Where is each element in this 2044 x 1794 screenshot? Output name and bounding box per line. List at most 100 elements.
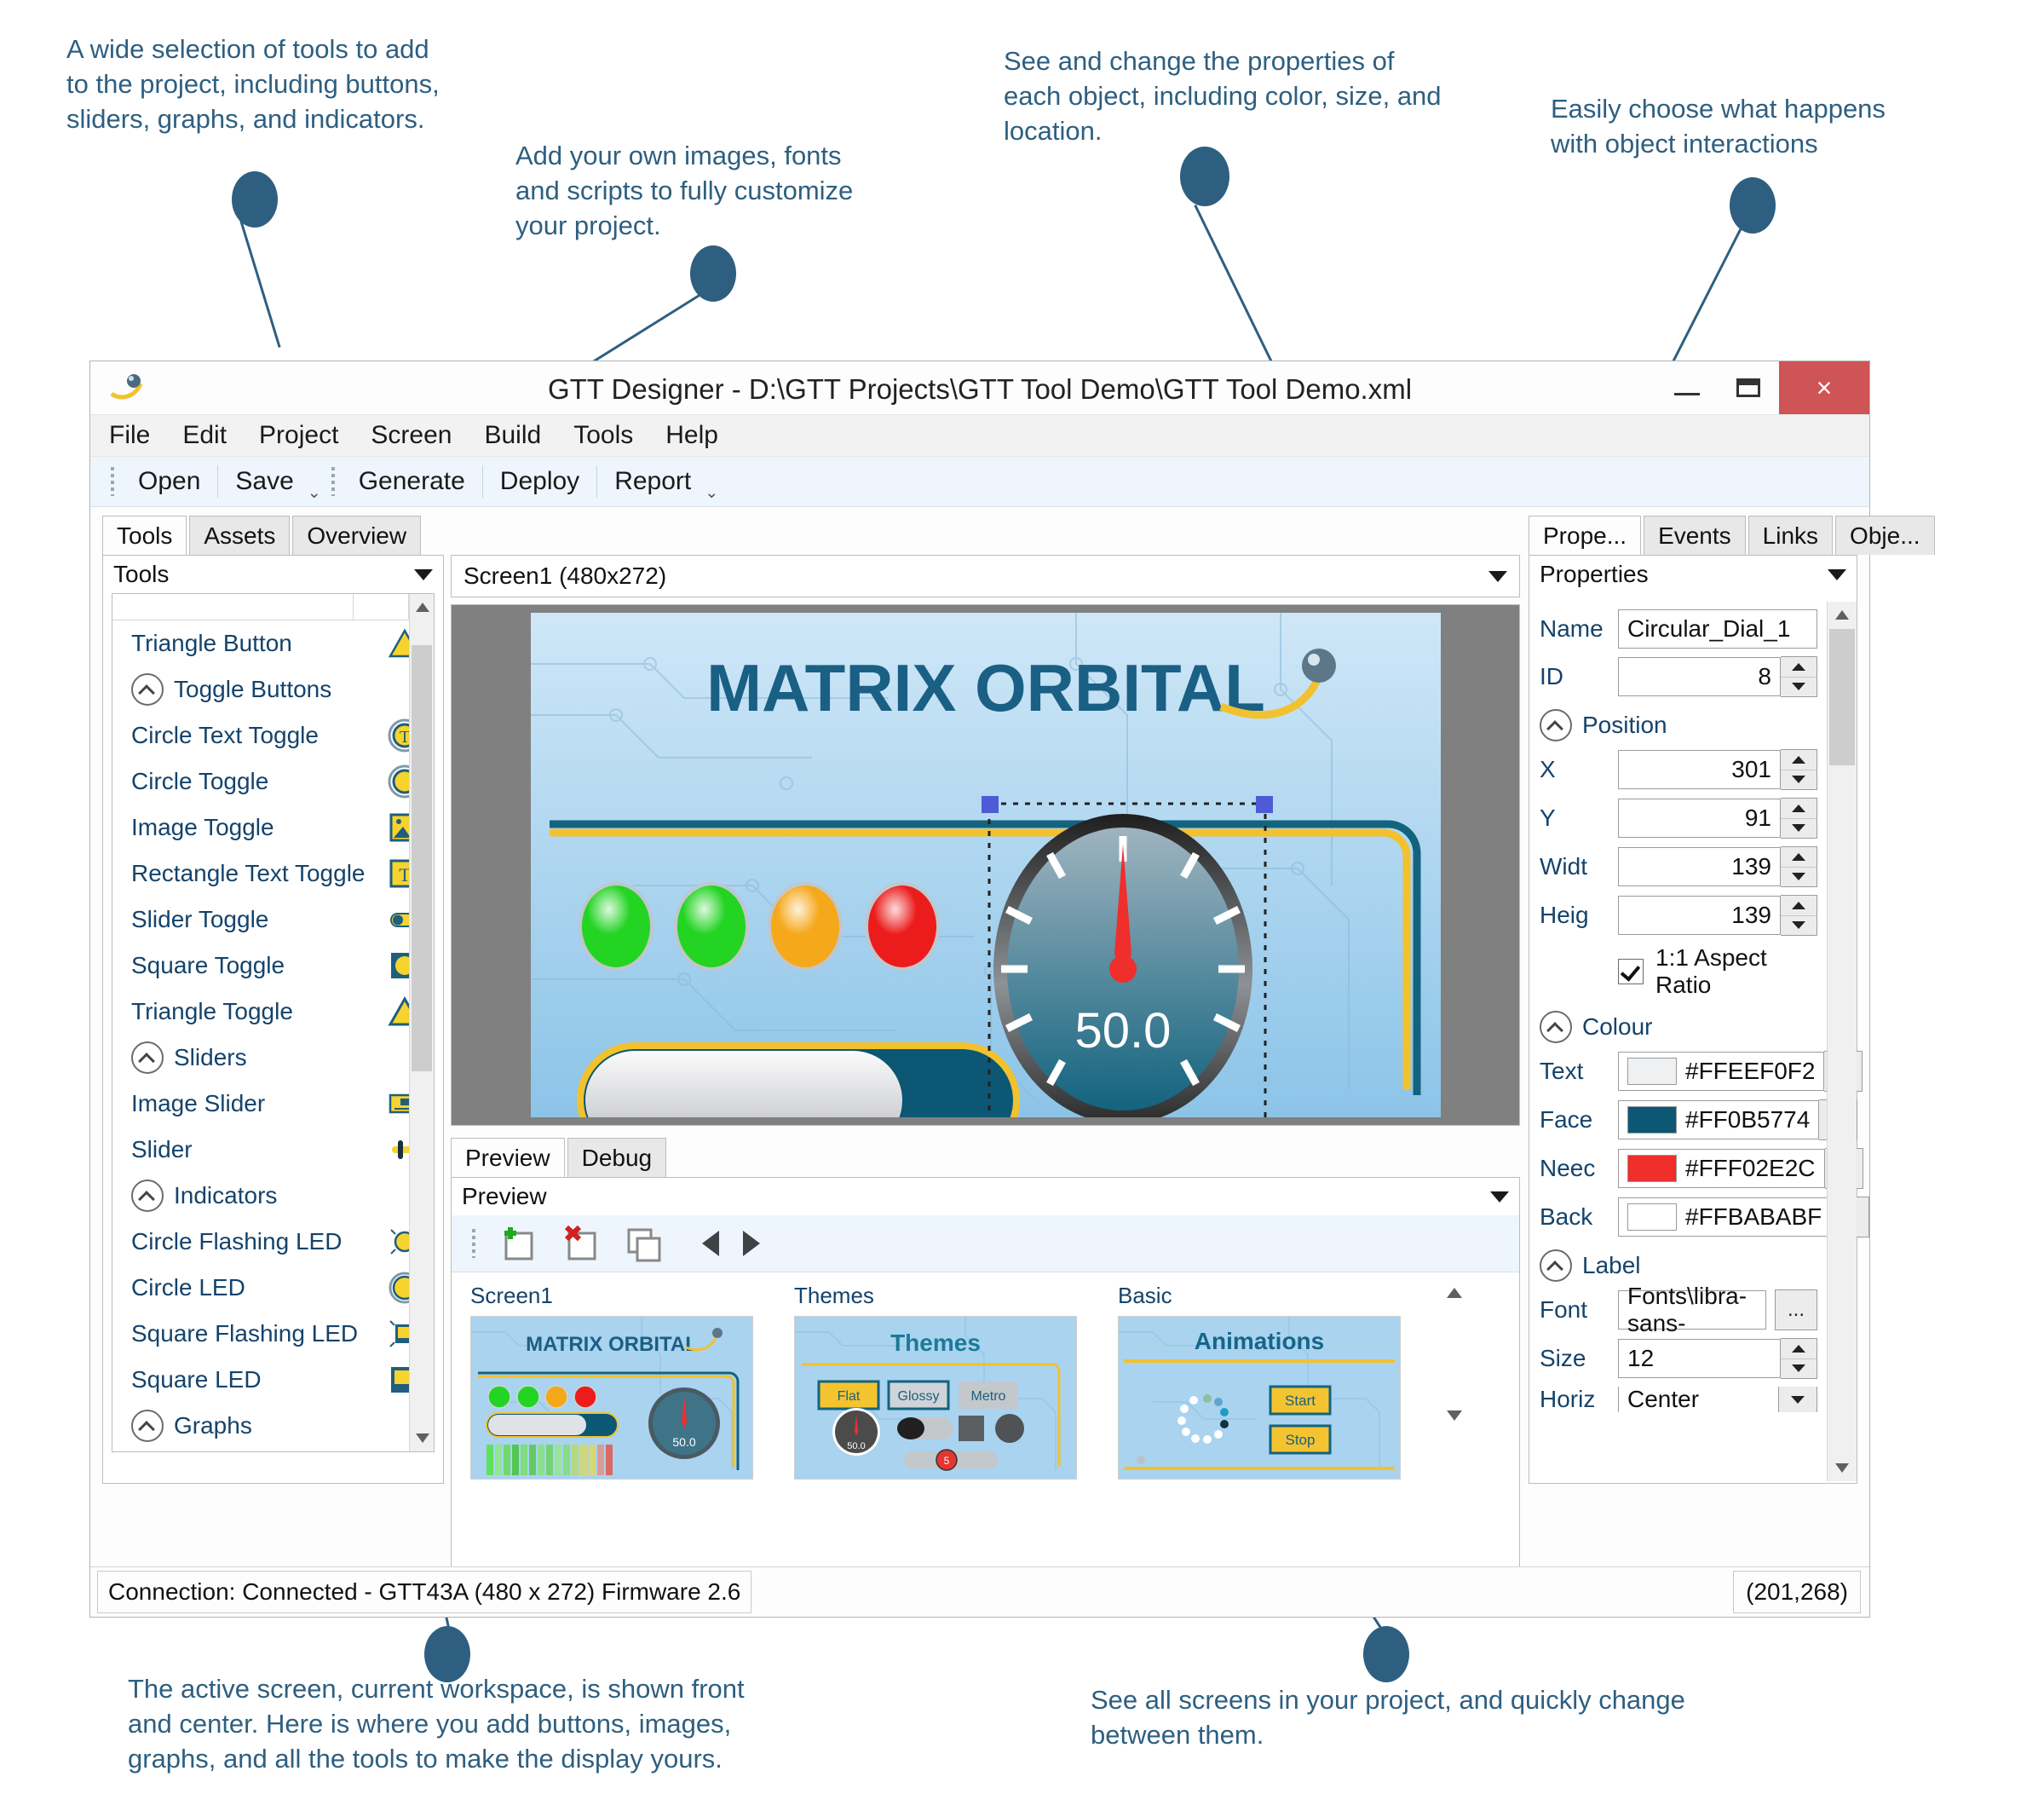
tools-item-row[interactable]: Image Toggle (112, 805, 434, 851)
thumbs-scroll-down-icon[interactable] (1447, 1410, 1462, 1421)
menu-item-project[interactable]: Project (259, 421, 338, 450)
collapse-icon[interactable] (131, 1410, 164, 1442)
screen-thumb-screen1[interactable]: Screen1 MATRIX ORBITAL 50.0 (470, 1283, 753, 1480)
size-field[interactable]: 12 (1618, 1339, 1781, 1378)
tools-item-row[interactable]: Slider (112, 1127, 434, 1173)
tab-properties[interactable]: Prope... (1529, 516, 1642, 556)
tab-preview[interactable]: Preview (451, 1138, 565, 1178)
tools-item-row[interactable]: Circle Text Toggle T (112, 712, 434, 759)
maximize-button[interactable] (1718, 361, 1779, 414)
delete-screen-icon[interactable] (561, 1225, 600, 1262)
scroll-up-icon[interactable] (416, 603, 429, 612)
scroll-down-icon[interactable] (1835, 1463, 1849, 1473)
height-stepper[interactable] (1781, 895, 1817, 936)
screen-selector[interactable]: Screen1 (480x272) (451, 555, 1520, 597)
report-button[interactable]: Report (601, 467, 705, 496)
screen-thumb-themes[interactable]: Themes Themes Flat Glossy Metro 50.0 5 (794, 1283, 1077, 1480)
open-button[interactable]: Open (124, 467, 214, 496)
tools-item-row[interactable]: Square LED (112, 1357, 434, 1403)
collapse-icon[interactable] (131, 1041, 164, 1074)
tab-events[interactable]: Events (1644, 516, 1746, 555)
tools-group-row[interactable]: Toggle Buttons (112, 666, 434, 712)
stepper-down-icon[interactable] (1781, 678, 1817, 697)
scroll-thumb[interactable] (412, 645, 432, 1071)
tab-links[interactable]: Links (1747, 516, 1834, 555)
deploy-button[interactable]: Deploy (487, 467, 593, 496)
tools-item-row[interactable]: Rectangle Text Toggle T (112, 851, 434, 897)
horiz-field[interactable]: Center (1618, 1387, 1779, 1412)
y-stepper[interactable] (1781, 798, 1817, 839)
menu-item-build[interactable]: Build (484, 421, 541, 450)
stepper-down-icon[interactable] (1781, 1359, 1817, 1379)
stepper-down-icon[interactable] (1781, 770, 1817, 790)
screen-thumb-image[interactable]: Themes Flat Glossy Metro 50.0 5 (794, 1316, 1077, 1480)
screen-thumb-image[interactable]: MATRIX ORBITAL 50.0 (470, 1316, 753, 1480)
horiz-chevron-down-icon[interactable] (1779, 1387, 1817, 1412)
tab-tools[interactable]: Tools (102, 516, 187, 556)
size-stepper[interactable] (1781, 1338, 1817, 1379)
scroll-down-icon[interactable] (416, 1433, 429, 1443)
menu-item-tools[interactable]: Tools (573, 421, 633, 450)
position-group-header[interactable]: Position (1540, 709, 1817, 741)
preview-toolbar-grip[interactable] (472, 1229, 475, 1258)
menu-item-help[interactable]: Help (665, 421, 718, 450)
menu-item-screen[interactable]: Screen (371, 421, 452, 450)
aspect-ratio-row[interactable]: 1:1 Aspect Ratio (1618, 944, 1817, 999)
scroll-up-icon[interactable] (1835, 610, 1849, 620)
duplicate-screen-icon[interactable] (624, 1225, 663, 1262)
menu-item-edit[interactable]: Edit (182, 421, 227, 450)
add-screen-icon[interactable] (498, 1225, 537, 1262)
tools-group-row[interactable]: Graphs (112, 1403, 434, 1449)
width-stepper[interactable] (1781, 846, 1817, 887)
tools-item-row[interactable]: Circle Flashing LED (112, 1219, 434, 1265)
preview-panel-collapse-icon[interactable] (1490, 1191, 1509, 1203)
toolbar-overflow-1[interactable]: ⌄ (308, 483, 321, 503)
tools-item-row[interactable]: Triangle Toggle (112, 989, 434, 1035)
stepper-up-icon[interactable] (1781, 1339, 1817, 1359)
design-canvas[interactable]: MATRIX ORBITAL 50.0 (530, 613, 1441, 1117)
tools-item-row[interactable]: Square Flashing LED (112, 1311, 434, 1357)
stepper-up-icon[interactable] (1781, 847, 1817, 868)
colour-collapse-icon[interactable] (1540, 1011, 1572, 1043)
text-colour-field[interactable]: #FFEEF0F2 (1618, 1052, 1825, 1091)
font-field[interactable]: Fonts\libra-sans- (1618, 1283, 1766, 1336)
aspect-ratio-checkbox[interactable] (1618, 959, 1644, 984)
tools-group-row[interactable]: Sliders (112, 1035, 434, 1081)
next-screen-icon[interactable] (736, 1227, 765, 1260)
height-field[interactable]: 139 (1618, 896, 1781, 935)
minimize-button[interactable] (1656, 361, 1718, 414)
y-field[interactable]: 91 (1618, 799, 1781, 838)
name-field[interactable]: Circular_Dial_1 (1618, 609, 1817, 649)
stepper-down-icon[interactable] (1781, 819, 1817, 839)
tools-list-scrollbar[interactable] (409, 594, 434, 1451)
needle-colour-field[interactable]: #FFF02E2C (1618, 1149, 1825, 1188)
stepper-up-icon[interactable] (1781, 750, 1817, 770)
tools-item-row[interactable]: Bar Graph (112, 1449, 434, 1451)
tools-panel-collapse-icon[interactable] (414, 568, 433, 580)
tools-item-row[interactable]: Square Toggle (112, 943, 434, 989)
save-button[interactable]: Save (222, 467, 307, 496)
scroll-thumb[interactable] (1829, 629, 1855, 765)
font-browse-button[interactable]: ... (1775, 1289, 1817, 1330)
stepper-down-icon[interactable] (1781, 868, 1817, 887)
id-field[interactable]: 8 (1618, 657, 1781, 696)
properties-scrollbar[interactable] (1827, 602, 1857, 1481)
x-stepper[interactable] (1781, 749, 1817, 790)
x-field[interactable]: 301 (1618, 750, 1781, 789)
tools-item-row[interactable]: Circle LED (112, 1265, 434, 1311)
toolbar-grip-2[interactable] (331, 467, 335, 496)
screen-thumb-basic[interactable]: Basic Animations Start Stop (1118, 1283, 1401, 1480)
thumbs-scrollbar[interactable] (1442, 1283, 1472, 1480)
tab-debug[interactable]: Debug (567, 1138, 667, 1177)
id-stepper[interactable] (1781, 656, 1817, 697)
collapse-icon[interactable] (131, 673, 164, 706)
back-colour-field[interactable]: #FFBABABF (1618, 1197, 1832, 1237)
close-button[interactable]: × (1779, 361, 1869, 414)
menu-item-file[interactable]: File (109, 421, 150, 450)
tab-overview[interactable]: Overview (292, 516, 422, 555)
stepper-up-icon[interactable] (1781, 896, 1817, 916)
collapse-icon[interactable] (131, 1180, 164, 1212)
label-group-header[interactable]: Label (1540, 1249, 1817, 1282)
width-field[interactable]: 139 (1618, 847, 1781, 886)
tools-group-row[interactable]: Indicators (112, 1173, 434, 1219)
